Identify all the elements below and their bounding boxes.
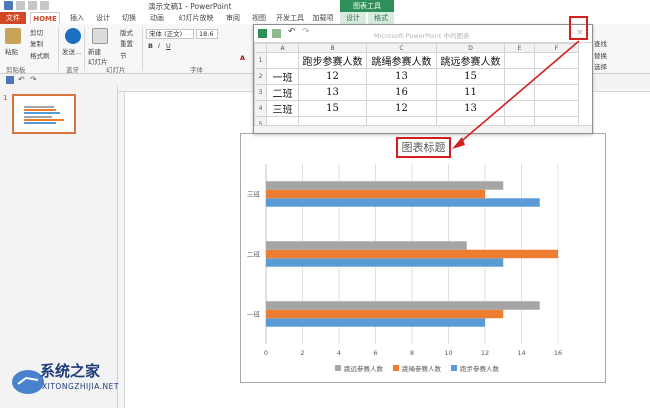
- watermark-text: 系统之家: [40, 362, 101, 380]
- watermark-url: XITONGZHIJIA.NET: [42, 382, 119, 391]
- arrow-line: [456, 40, 580, 146]
- annotation-arrow: [452, 40, 580, 149]
